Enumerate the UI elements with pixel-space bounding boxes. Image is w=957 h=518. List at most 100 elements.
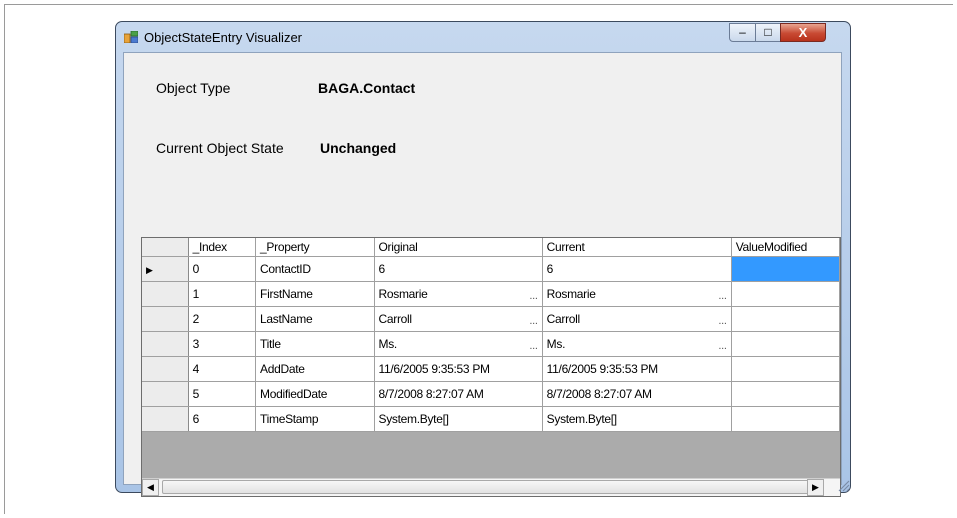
cell-index[interactable]: 2 (188, 306, 257, 332)
cell-property[interactable]: Title (255, 331, 375, 357)
column-header-index[interactable]: _Index (188, 238, 257, 257)
maximize-icon: □ (764, 25, 772, 39)
cell-value-modified[interactable] (731, 381, 840, 407)
cell-current[interactable]: Ms.... (542, 331, 732, 357)
ellipsis-button[interactable]: ... (529, 334, 538, 356)
cell-value-modified[interactable] (731, 306, 840, 332)
close-icon: X (798, 25, 808, 40)
cell-current-text: Ms. (546, 336, 566, 351)
cell-original[interactable]: 6 (374, 256, 543, 282)
cell-current[interactable]: Rosmarie... (542, 281, 732, 307)
cell-value-modified[interactable] (731, 256, 840, 282)
row-header[interactable] (142, 381, 189, 407)
object-state-value: Unchanged (320, 140, 397, 156)
cell-index[interactable]: 1 (188, 281, 257, 307)
cell-index-text: 5 (192, 386, 200, 401)
cell-current-text: System.Byte[] (546, 411, 617, 426)
scroll-right-button[interactable]: ▶ (807, 479, 824, 496)
cell-original[interactable]: System.Byte[] (374, 406, 543, 432)
cell-current[interactable]: Carroll... (542, 306, 732, 332)
table-row[interactable]: 5 ModifiedDate 8/7/2008 8:27:07 AM 8/7/2008… (142, 381, 840, 407)
cell-index[interactable]: 3 (188, 331, 257, 357)
cell-original[interactable]: Rosmarie... (374, 281, 543, 307)
table-row[interactable]: ▶ 0 ContactID 6 6 (142, 256, 840, 282)
cell-property[interactable]: ContactID (255, 256, 375, 282)
cell-index-text: 1 (192, 286, 200, 301)
cell-property[interactable]: LastName (255, 306, 375, 332)
cell-index[interactable]: 6 (188, 406, 257, 432)
cell-property-text: ContactID (260, 261, 311, 276)
window-title: ObjectStateEntry Visualizer (144, 30, 302, 45)
object-state-label: Current Object State (156, 140, 284, 156)
cell-original-text: Ms. (378, 336, 398, 351)
cell-property-text: Title (260, 336, 281, 351)
cell-current-text: 8/7/2008 8:27:07 AM (546, 386, 652, 401)
table-row[interactable]: 2 LastName Carroll... Carroll... (142, 306, 840, 332)
table-row[interactable]: 1 FirstName Rosmarie... Rosmarie... (142, 281, 840, 307)
cell-index[interactable]: 4 (188, 356, 257, 382)
cell-value-modified[interactable] (731, 281, 840, 307)
background-frame-left (4, 4, 5, 514)
column-header-property[interactable]: _Property (255, 238, 375, 257)
cell-property-text: FirstName (260, 286, 313, 301)
row-header-corner[interactable] (142, 238, 189, 257)
cell-original-text: 11/6/2005 9:35:53 PM (378, 361, 491, 376)
scroll-left-button[interactable]: ◀ (142, 479, 159, 496)
minimize-icon: – (739, 25, 746, 39)
column-header-value-modified[interactable]: ValueModified (731, 238, 840, 257)
property-grid[interactable]: _Index _Property Original Current ValueM… (141, 237, 841, 497)
cell-index[interactable]: 5 (188, 381, 257, 407)
cell-property[interactable]: AddDate (255, 356, 375, 382)
cell-index[interactable]: 0 (188, 256, 257, 282)
ellipsis-button[interactable]: ... (529, 284, 538, 306)
cell-index-text: 4 (192, 361, 200, 376)
column-header-current[interactable]: Current (542, 238, 732, 257)
cell-original[interactable]: 11/6/2005 9:35:53 PM (374, 356, 543, 382)
title-bar[interactable]: ObjectStateEntry Visualizer – □ X (116, 22, 850, 52)
cell-property[interactable]: TimeStamp (255, 406, 375, 432)
cell-current[interactable]: 11/6/2005 9:35:53 PM (542, 356, 732, 382)
ellipsis-button[interactable]: ... (718, 284, 727, 306)
cell-original[interactable]: Ms.... (374, 331, 543, 357)
cell-original-text: Carroll (378, 311, 413, 326)
table-row[interactable]: 6 TimeStamp System.Byte[] System.Byte[] (142, 406, 840, 432)
object-type-label: Object Type (156, 80, 231, 96)
maximize-button[interactable]: □ (755, 23, 781, 42)
cell-value-modified[interactable] (731, 331, 840, 357)
minimize-button[interactable]: – (729, 23, 756, 42)
row-header[interactable] (142, 406, 189, 432)
cell-current[interactable]: 6 (542, 256, 732, 282)
cell-original-text: Rosmarie (378, 286, 428, 301)
row-header[interactable] (142, 281, 189, 307)
scroll-thumb[interactable] (162, 480, 810, 494)
cell-index-text: 0 (192, 261, 200, 276)
cell-current[interactable]: System.Byte[] (542, 406, 732, 432)
resize-grip-icon[interactable] (834, 476, 850, 492)
cell-value-modified[interactable] (731, 356, 840, 382)
cell-current[interactable]: 8/7/2008 8:27:07 AM (542, 381, 732, 407)
row-header[interactable] (142, 331, 189, 357)
property-table: _Index _Property Original Current ValueM… (142, 238, 840, 432)
cell-current-text: Carroll (546, 311, 581, 326)
cell-original[interactable]: 8/7/2008 8:27:07 AM (374, 381, 543, 407)
cell-index-text: 6 (192, 411, 200, 426)
ellipsis-button[interactable]: ... (529, 309, 538, 331)
column-header-original[interactable]: Original (374, 238, 543, 257)
cell-property[interactable]: ModifiedDate (255, 381, 375, 407)
horizontal-scrollbar[interactable]: ◀ ▶ (142, 478, 840, 496)
close-button[interactable]: X (780, 23, 826, 42)
cell-value-modified[interactable] (731, 406, 840, 432)
ellipsis-button[interactable]: ... (718, 334, 727, 356)
cell-current-text: 11/6/2005 9:35:53 PM (546, 361, 659, 376)
cell-original-text: 6 (378, 261, 386, 276)
cell-property-text: LastName (260, 311, 313, 326)
arrow-left-icon: ◀ (147, 482, 154, 492)
cell-original[interactable]: Carroll... (374, 306, 543, 332)
row-header[interactable] (142, 356, 189, 382)
ellipsis-button[interactable]: ... (718, 309, 727, 331)
cell-property[interactable]: FirstName (255, 281, 375, 307)
row-header[interactable] (142, 306, 189, 332)
row-header[interactable]: ▶ (142, 256, 189, 282)
table-row[interactable]: 4 AddDate 11/6/2005 9:35:53 PM 11/6/2005 9:… (142, 356, 840, 382)
table-row[interactable]: 3 Title Ms.... Ms.... (142, 331, 840, 357)
